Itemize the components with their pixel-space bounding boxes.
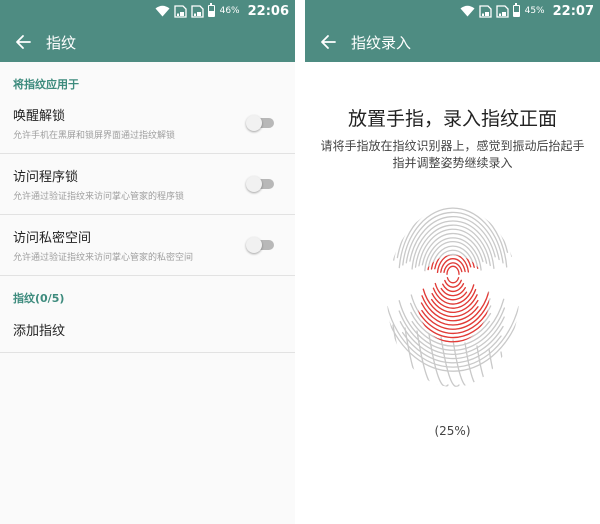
page-title: 指纹 (46, 33, 77, 52)
app-lock-toggle[interactable] (246, 176, 274, 193)
status-bar: 45% 22:07 (305, 0, 600, 22)
fingerprint-progress-graphic (385, 205, 521, 389)
fingerprint-ridge (430, 255, 475, 270)
option-subtitle: 允许通过验证指纹来访问掌心管家的私密空间 (13, 253, 194, 263)
fingerprint-settings-screen: 46% 22:06 指纹 将指纹应用于 唤醒解锁 允许手机在黑屏和锁屏界面通过指… (0, 0, 295, 524)
enroll-heading: 放置手指，录入指纹正面 (347, 108, 557, 130)
option-subtitle: 允许通过验证指纹来访问掌心管家的程序锁 (13, 192, 185, 202)
fingerprint-ridge (417, 255, 489, 270)
fingerprint-ridge (444, 279, 462, 288)
status-bar: 46% 22:06 (0, 0, 295, 22)
sim-signal-icon (495, 4, 509, 18)
private-space-toggle[interactable] (246, 237, 274, 254)
battery-level (513, 11, 519, 16)
sim-signal-icon (190, 4, 204, 18)
fingerprint-icon (387, 207, 519, 387)
fingerprint-ridge (500, 351, 515, 387)
fingerprint-ridge (446, 277, 460, 284)
sim-signal-icon (478, 4, 492, 18)
battery-icon (207, 3, 215, 17)
status-time: 22:06 (247, 3, 289, 19)
enroll-instruction: 请将手指放在指纹识别器上，感觉到振动后抬起手指并调整姿势继续录入 (320, 139, 585, 170)
fingerprint-ridge (446, 265, 460, 275)
sim-signal-icon (173, 4, 187, 18)
option-row-wake-unlock[interactable]: 唤醒解锁 允许手机在黑屏和锁屏界面通过指纹解锁 (0, 93, 295, 154)
back-button[interactable] (305, 22, 351, 62)
battery-level (208, 11, 214, 16)
arrow-left-icon (321, 35, 336, 49)
fingerprint-enroll-screen: 45% 22:07 指纹录入 放置手指，录入指纹正面 请将手指放在指纹识别器上，… (305, 0, 600, 524)
wifi-icon (460, 5, 475, 17)
app-bar: 指纹 (0, 22, 295, 62)
enroll-progress-text: (25%) (434, 424, 471, 438)
wifi-icon (155, 5, 170, 17)
add-fingerprint-button[interactable]: 添加指纹 (0, 307, 295, 353)
option-row-app-lock[interactable]: 访问程序锁 允许通过验证指纹来访问掌心管家的程序锁 (0, 154, 295, 215)
battery-percentage: 46% (219, 6, 240, 16)
arrow-left-icon (16, 35, 31, 49)
option-subtitle: 允许手机在黑屏和锁屏界面通过指纹解锁 (13, 131, 176, 141)
battery-percentage: 45% (524, 6, 545, 16)
fingerprint-ridge (446, 265, 460, 275)
fingerprint-ridge (430, 245, 475, 270)
section-header-fingerprints: 指纹(0/5) (13, 292, 65, 305)
status-time: 22:07 (552, 3, 594, 19)
section-header-apply: 将指纹应用于 (13, 78, 79, 91)
option-title: 访问私密空间 (13, 231, 92, 246)
app-bar: 指纹录入 (305, 22, 600, 62)
battery-icon (512, 3, 520, 17)
fingerprint-ridge (411, 220, 495, 270)
page-title: 指纹录入 (351, 33, 412, 52)
fingerprint-ridge (387, 207, 519, 268)
option-row-private-space[interactable]: 访问私密空间 允许通过验证指纹来访问掌心管家的私密空间 (0, 215, 295, 276)
option-title: 唤醒解锁 (13, 109, 66, 124)
fingerprint-ridge (417, 255, 489, 268)
option-title: 访问程序锁 (13, 170, 79, 185)
wake-unlock-toggle[interactable] (246, 115, 274, 132)
back-button[interactable] (0, 22, 46, 62)
